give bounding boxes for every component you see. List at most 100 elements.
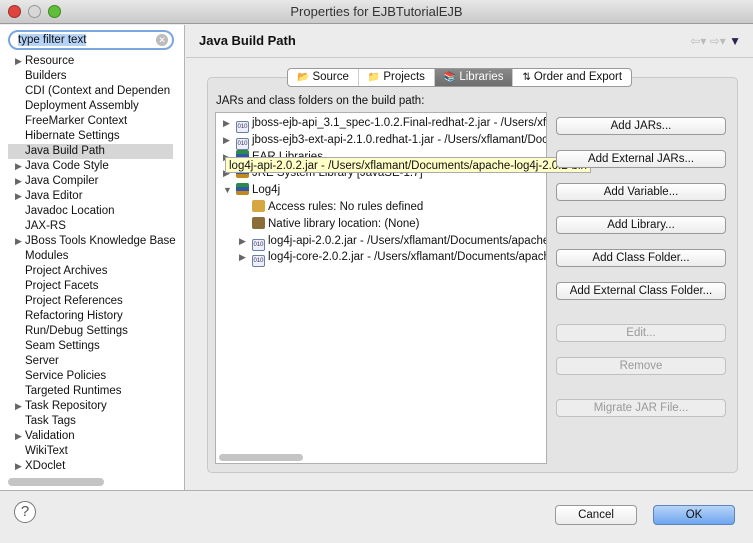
tab-order-and-export[interactable]: ⇅ Order and Export: [513, 69, 631, 86]
entry-label: log4j-core-2.0.2.jar - /Users/xflamant/D…: [268, 251, 546, 264]
tab-label: Order and Export: [533, 71, 623, 83]
list-item[interactable]: ▶ 010 log4j-core-2.0.2.jar - /Users/xflama…: [216, 249, 546, 268]
sidebar-item-wikitext[interactable]: WikiText: [0, 444, 185, 459]
collapse-arrow-icon[interactable]: ▼: [223, 182, 232, 199]
sidebar-item-deployment-assembly[interactable]: Deployment Assembly: [0, 99, 185, 114]
sidebar-item-project-facets[interactable]: Project Facets: [0, 279, 185, 294]
entry-label: Access rules: No rules defined: [268, 200, 424, 213]
back-icon[interactable]: ⇦▾: [690, 34, 706, 48]
minimize-window-button[interactable]: [28, 5, 41, 18]
sidebar-item-hibernate-settings[interactable]: Hibernate Settings: [0, 129, 185, 144]
jar-icon: 010: [252, 255, 265, 268]
library-icon: [236, 183, 249, 196]
sidebar-item-java-editor[interactable]: ▶ Java Editor: [0, 189, 185, 204]
sidebar-item-freemarker-context[interactable]: FreeMarker Context: [0, 114, 185, 129]
sidebar-item-label: Project Archives: [25, 265, 108, 277]
expand-arrow-icon[interactable]: ▶: [223, 115, 230, 132]
sidebar-item-java-build-path[interactable]: Java Build Path: [8, 144, 173, 159]
list-scrollbar[interactable]: [219, 454, 303, 461]
add-variable-button[interactable]: Add Variable...: [556, 183, 726, 201]
sidebar-item-label: Deployment Assembly: [25, 100, 139, 112]
help-icon[interactable]: ?: [14, 501, 36, 523]
remove-button[interactable]: Remove: [556, 357, 726, 375]
sidebar-item-builders[interactable]: Builders: [0, 69, 185, 84]
tab-libraries[interactable]: 📚 Libraries: [434, 69, 514, 86]
tab-label: Source: [312, 71, 349, 83]
list-item[interactable]: ▶ 010 jboss-ejb3-ext-api-2.1.0.redhat-1.ja…: [216, 132, 546, 150]
sidebar-item-server[interactable]: Server: [0, 354, 185, 369]
add-external-jars-button[interactable]: Add External JARs...: [556, 150, 726, 168]
sidebar-item-javadoc-location[interactable]: Javadoc Location: [0, 204, 185, 219]
native-library-icon: [252, 216, 265, 229]
sidebar-item-label: WikiText: [25, 445, 68, 457]
tab-projects[interactable]: 📁 Projects: [359, 69, 435, 86]
sidebar-item-jax-rs[interactable]: JAX-RS: [0, 219, 185, 234]
add-jars-button[interactable]: Add JARs...: [556, 117, 726, 135]
page-title: Java Build Path: [199, 33, 296, 48]
expand-arrow-icon[interactable]: ▶: [15, 174, 22, 189]
sidebar-scrollbar[interactable]: [8, 478, 104, 486]
sidebar-item-java-code-style[interactable]: ▶ Java Code Style: [0, 159, 185, 174]
ok-button[interactable]: OK: [653, 505, 735, 525]
add-external-class-folder-button[interactable]: Add External Class Folder...: [556, 282, 726, 300]
expand-arrow-icon[interactable]: ▶: [15, 234, 22, 249]
expand-arrow-icon[interactable]: ▶: [15, 189, 22, 204]
list-item[interactable]: Native library location: (None): [216, 216, 546, 233]
clear-filter-icon[interactable]: ✕: [156, 34, 168, 46]
list-item[interactable]: Access rules: No rules defined: [216, 199, 546, 216]
sidebar-item-modules[interactable]: Modules: [0, 249, 185, 264]
cancel-button[interactable]: Cancel: [555, 505, 637, 525]
expand-arrow-icon[interactable]: ▶: [15, 459, 22, 474]
sidebar-item-jboss-tools-knowledge-base[interactable]: ▶ JBoss Tools Knowledge Base: [0, 234, 185, 249]
property-page: Java Build Path ⇦▾ ⇨▾ ▼ 📂 Source 📁 Projects…: [186, 25, 753, 490]
close-window-button[interactable]: [8, 5, 21, 18]
menu-icon[interactable]: ▼: [729, 34, 741, 48]
add-class-folder-button[interactable]: Add Class Folder...: [556, 249, 726, 267]
sidebar-item-xdoclet[interactable]: ▶ XDoclet: [0, 459, 185, 474]
sidebar-item-label: JBoss Tools Knowledge Base: [25, 235, 176, 247]
sidebar-item-label: Resource: [25, 55, 75, 67]
expand-arrow-icon[interactable]: ▶: [239, 249, 246, 266]
sidebar-item-validation[interactable]: ▶ Validation: [0, 429, 185, 444]
order-and-export-icon: ⇅: [522, 72, 531, 83]
sidebar-item-label: Builders: [25, 70, 67, 82]
filter-input[interactable]: type filter text ✕: [8, 30, 174, 50]
sidebar-item-label: Modules: [25, 250, 69, 262]
expand-arrow-icon[interactable]: ▶: [15, 54, 22, 69]
sidebar-item-seam-settings[interactable]: Seam Settings: [0, 339, 185, 354]
sidebar-item-java-compiler[interactable]: ▶ Java Compiler: [0, 174, 185, 189]
forward-icon[interactable]: ⇨▾: [710, 34, 726, 48]
zoom-window-button[interactable]: [48, 5, 61, 18]
add-library-button[interactable]: Add Library...: [556, 216, 726, 234]
list-item[interactable]: ▶ 010 log4j-api-2.0.2.jar - /Users/xflaman…: [216, 233, 546, 251]
sidebar-item-refactoring-history[interactable]: Refactoring History: [0, 309, 185, 324]
filter-text: type filter text: [18, 34, 87, 46]
sidebar-item-label: Server: [25, 355, 59, 367]
sidebar-item-label: Run/Debug Settings: [25, 325, 128, 337]
sidebar-item-project-archives[interactable]: Project Archives: [0, 264, 185, 279]
expand-arrow-icon[interactable]: ▶: [15, 159, 22, 174]
expand-arrow-icon[interactable]: ▶: [15, 429, 22, 444]
sidebar-item-label: Validation: [25, 430, 75, 442]
sidebar-item-label: Refactoring History: [25, 310, 123, 322]
sidebar-item-task-repository[interactable]: ▶ Task Repository: [0, 399, 185, 414]
sidebar-item-task-tags[interactable]: Task Tags: [0, 414, 185, 429]
sidebar-item-resource[interactable]: ▶ Resource: [0, 54, 185, 69]
sidebar-item-run-debug-settings[interactable]: Run/Debug Settings: [0, 324, 185, 339]
libraries-icon: 📚: [443, 72, 457, 83]
sidebar-item-targeted-runtimes[interactable]: Targeted Runtimes: [0, 384, 185, 399]
expand-arrow-icon[interactable]: ▶: [239, 233, 246, 250]
expand-arrow-icon[interactable]: ▶: [223, 132, 230, 149]
tab-source[interactable]: 📂 Source: [288, 69, 359, 86]
sidebar-item-project-references[interactable]: Project References: [0, 294, 185, 309]
divider: [186, 57, 753, 58]
sidebar-item-label: Project References: [25, 295, 123, 307]
sidebar-item-service-policies[interactable]: Service Policies: [0, 369, 185, 384]
property-tree: ▶ Resource Builders CDI (Context and Depend…: [0, 54, 185, 474]
expand-arrow-icon[interactable]: ▶: [15, 399, 22, 414]
sidebar-item-cdi-context-and-dependen[interactable]: CDI (Context and Dependen: [0, 84, 185, 99]
list-item[interactable]: ▼ Log4j: [216, 182, 546, 199]
edit-button[interactable]: Edit...: [556, 324, 726, 342]
migrate-jar-file-button[interactable]: Migrate JAR File...: [556, 399, 726, 417]
list-item[interactable]: ▶ 010 jboss-ejb-api_3.1_spec-1.0.2.Final-r…: [216, 115, 546, 133]
